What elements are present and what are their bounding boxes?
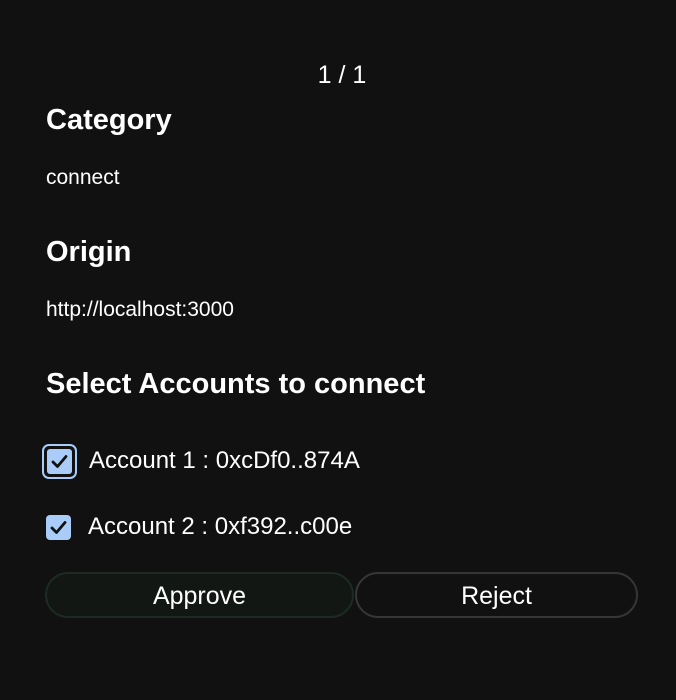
reject-button[interactable]: Reject bbox=[355, 572, 638, 618]
accounts-heading: Select Accounts to connect bbox=[46, 368, 426, 400]
check-icon bbox=[51, 454, 68, 468]
account-row-1[interactable]: Account 1 : 0xcDf0..874A bbox=[42, 443, 360, 479]
account-2-checkbox[interactable] bbox=[46, 514, 71, 540]
category-heading: Category bbox=[46, 104, 172, 136]
category-value: connect bbox=[46, 166, 120, 189]
account-row-2[interactable]: Account 2 : 0xf392..c00e bbox=[42, 509, 352, 545]
check-icon bbox=[50, 520, 67, 534]
account-1-checkbox[interactable] bbox=[42, 443, 77, 479]
origin-value: http://localhost:3000 bbox=[46, 298, 234, 321]
approve-button[interactable]: Approve bbox=[45, 572, 354, 618]
account-1-label: Account 1 : 0xcDf0..874A bbox=[89, 447, 360, 474]
pager-indicator: 1 / 1 bbox=[317, 61, 367, 89]
origin-heading: Origin bbox=[46, 236, 132, 268]
account-2-label: Account 2 : 0xf392..c00e bbox=[88, 513, 353, 540]
